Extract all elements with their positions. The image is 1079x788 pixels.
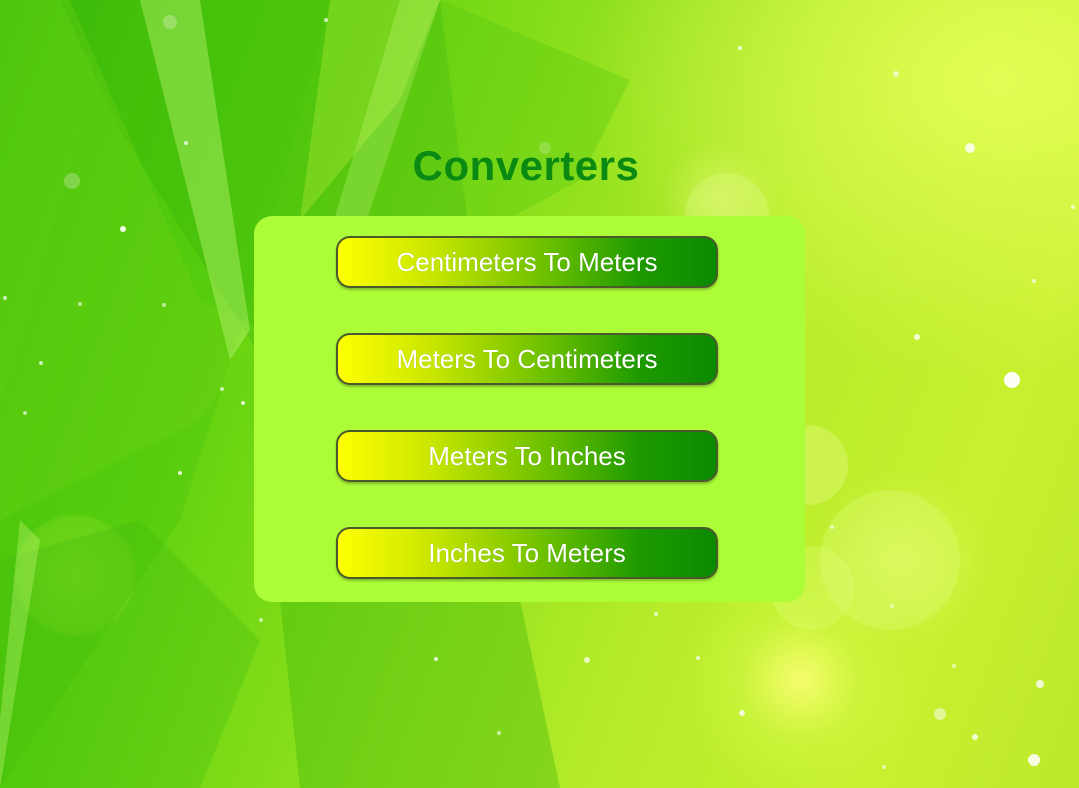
- centimeters-to-meters-button[interactable]: Centimeters To Meters: [336, 236, 718, 288]
- meters-to-inches-button[interactable]: Meters To Inches: [336, 430, 718, 482]
- meters-to-centimeters-button[interactable]: Meters To Centimeters: [336, 333, 718, 385]
- inches-to-meters-button[interactable]: Inches To Meters: [336, 527, 718, 579]
- converters-panel: Centimeters To Meters Meters To Centimet…: [254, 216, 805, 602]
- page-title: Converters: [412, 142, 640, 189]
